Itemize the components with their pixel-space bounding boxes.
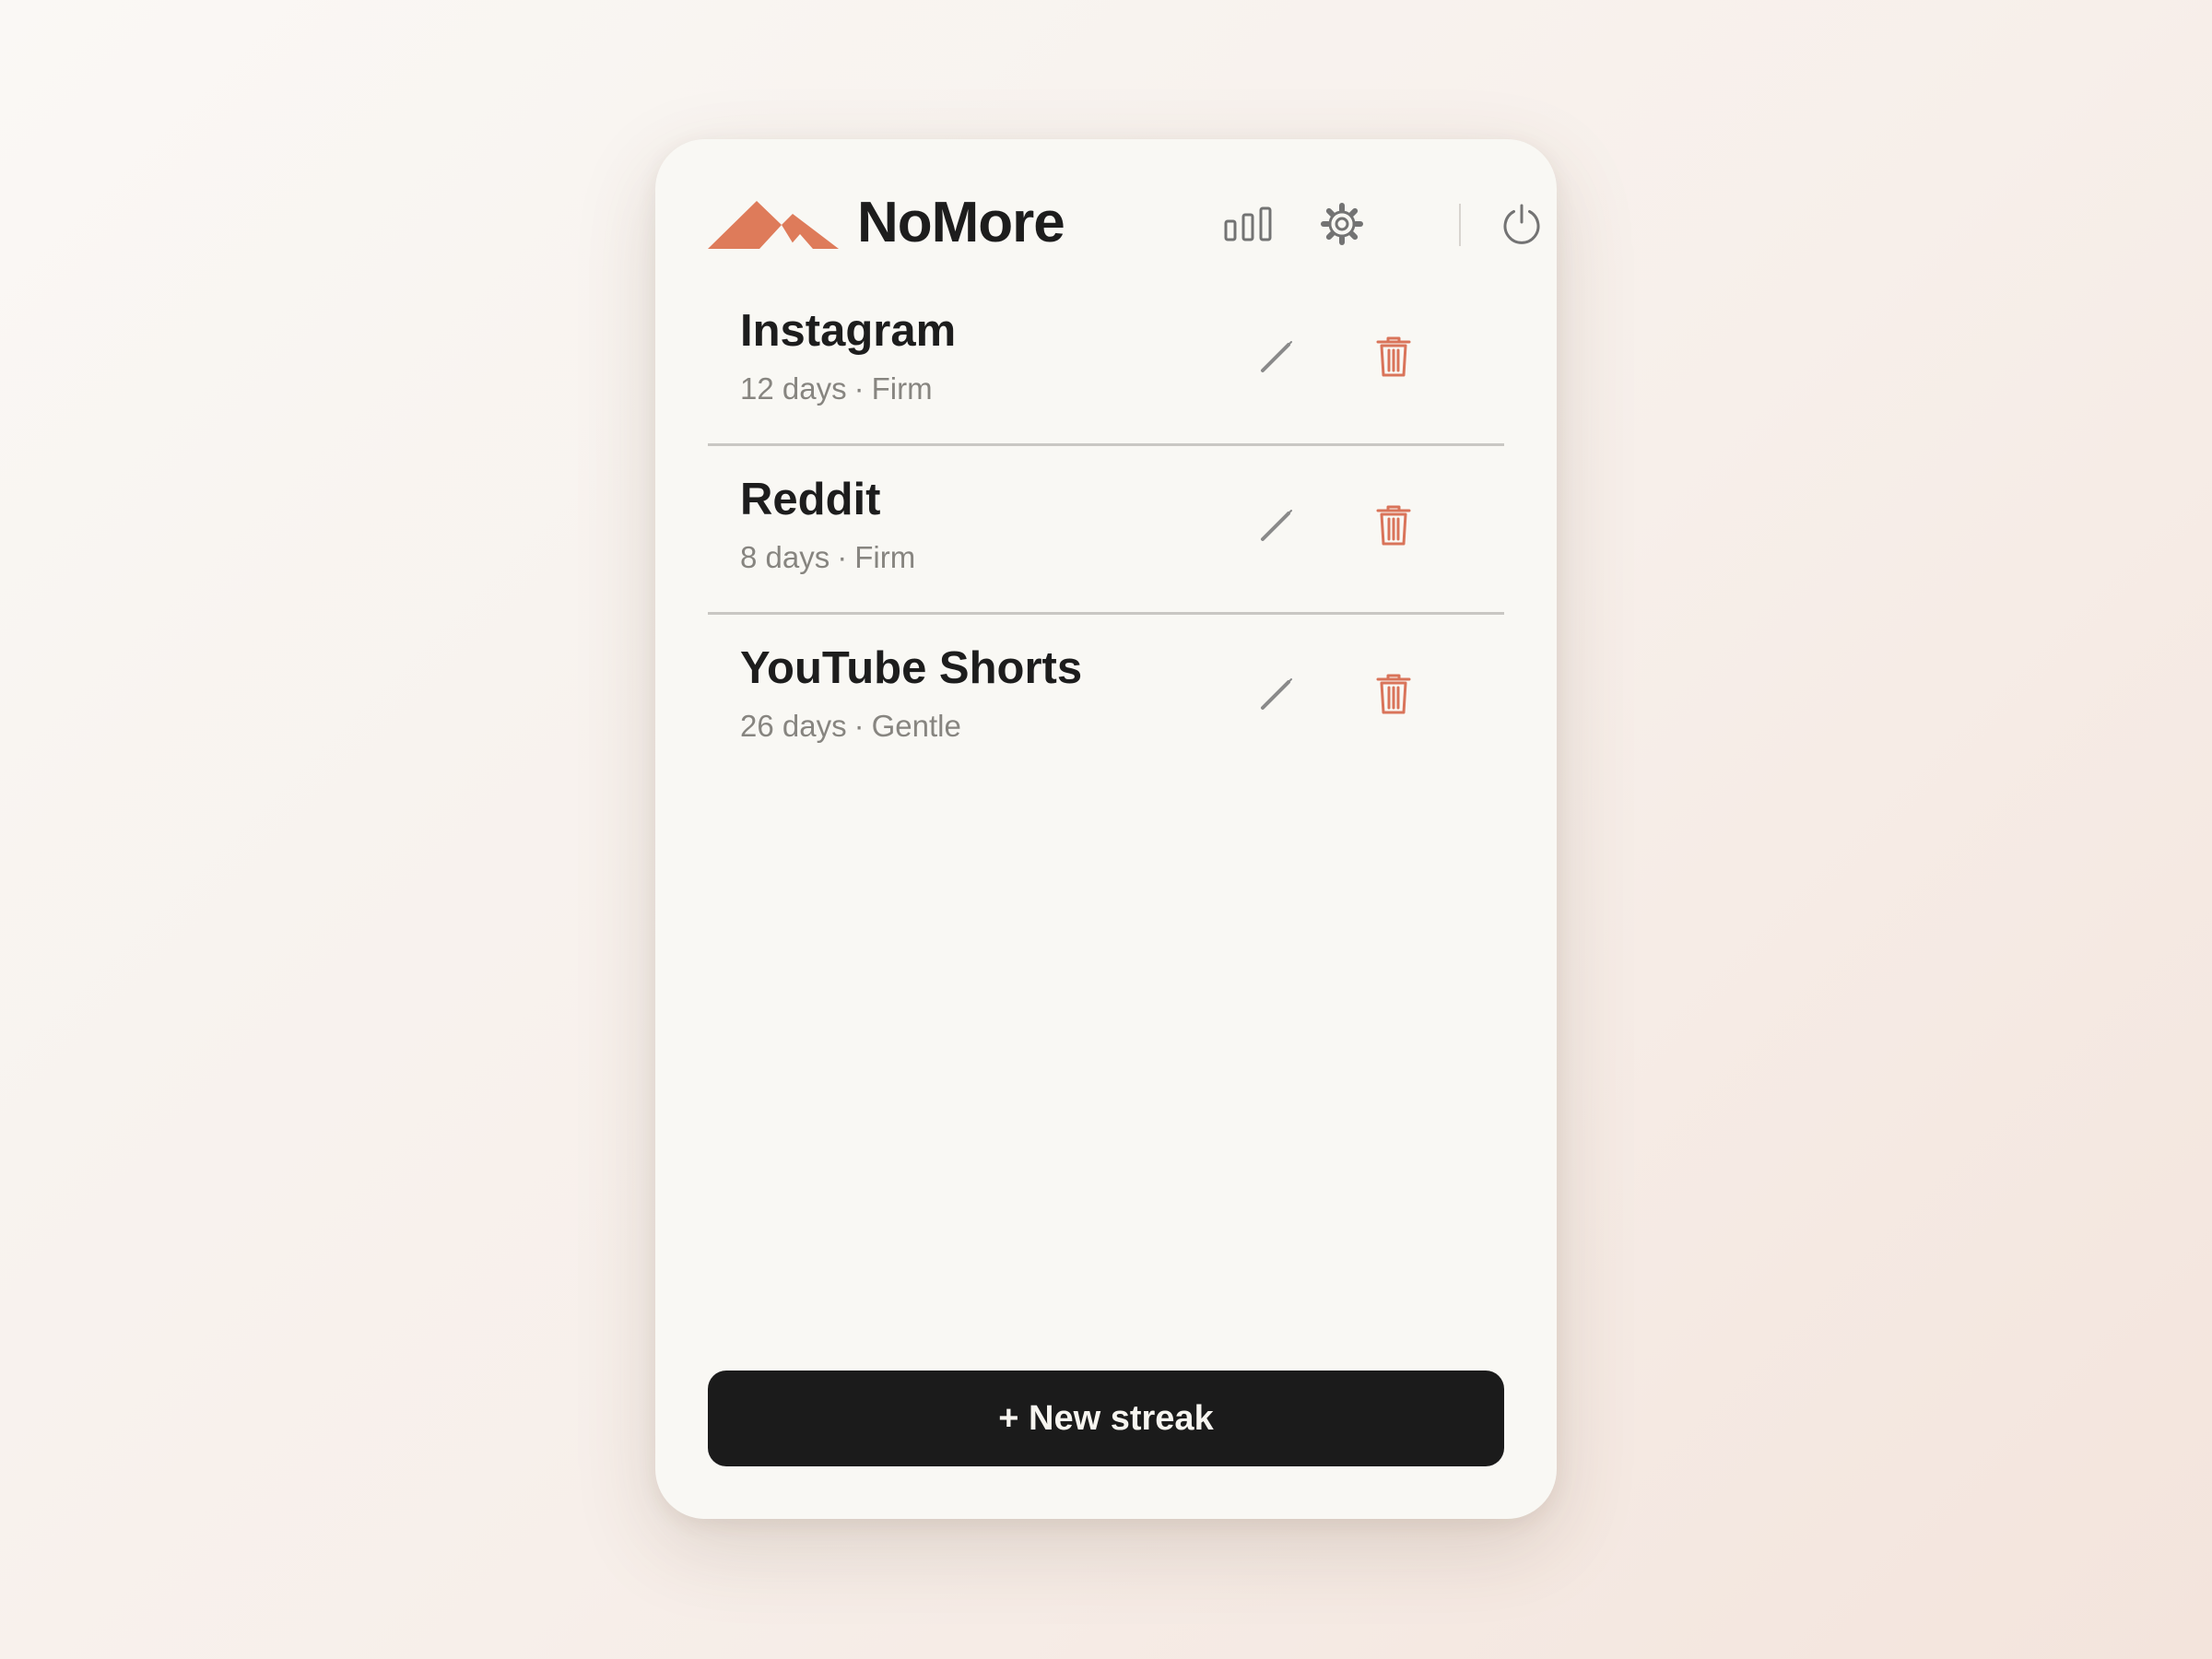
streak-days: 12 days — [740, 371, 847, 406]
delete-streak-button[interactable] — [1360, 324, 1427, 390]
bar-chart-icon — [1224, 206, 1272, 241]
pencil-icon — [1261, 678, 1292, 710]
edit-streak-button[interactable] — [1243, 324, 1310, 390]
streak-details: 8 days · Firm — [740, 540, 915, 575]
settings-button[interactable] — [1312, 194, 1371, 253]
trash-icon — [1376, 505, 1411, 546]
header-divider — [1459, 204, 1461, 246]
power-icon — [1503, 204, 1540, 244]
edit-streak-button[interactable] — [1243, 492, 1310, 559]
streak-name: Reddit — [740, 475, 881, 524]
pencil-icon — [1261, 341, 1292, 372]
edit-streak-button[interactable] — [1243, 661, 1310, 727]
new-streak-button[interactable]: + New streak — [708, 1371, 1504, 1466]
streak-mode: Firm — [854, 540, 916, 574]
streak-row[interactable]: YouTube Shorts 26 days · Gentle — [708, 615, 1504, 781]
streak-mode: Firm — [871, 371, 933, 406]
streak-days: 26 days — [740, 709, 847, 743]
streak-row[interactable]: Reddit 8 days · Firm — [708, 446, 1504, 615]
power-button[interactable] — [1492, 194, 1551, 253]
streak-mode: Gentle — [871, 709, 961, 743]
streak-separator: · — [853, 371, 865, 406]
streak-row[interactable]: Instagram 12 days · Firm — [708, 277, 1504, 446]
stats-button[interactable] — [1219, 194, 1278, 253]
streak-details: 12 days · Firm — [740, 371, 933, 406]
gear-icon — [1321, 203, 1363, 245]
streak-name: YouTube Shorts — [740, 643, 1083, 693]
streak-details: 26 days · Gentle — [740, 709, 961, 744]
streak-name: Instagram — [740, 306, 957, 356]
trash-icon — [1376, 336, 1411, 377]
delete-streak-button[interactable] — [1360, 661, 1427, 727]
streak-separator: · — [837, 540, 848, 574]
app-title: NoMore — [857, 191, 1065, 254]
trash-icon — [1376, 674, 1411, 714]
header: NoMore — [708, 178, 1540, 266]
streak-days: 8 days — [740, 540, 830, 574]
popover-panel: NoMore Instagram 12 days · Firm Reddit 8… — [655, 139, 1557, 1519]
pencil-icon — [1261, 510, 1292, 541]
streak-list: Instagram 12 days · Firm Reddit 8 days ·… — [708, 277, 1504, 781]
delete-streak-button[interactable] — [1360, 492, 1427, 559]
streak-separator: · — [853, 709, 865, 743]
mountains-logo-icon — [708, 201, 839, 249]
